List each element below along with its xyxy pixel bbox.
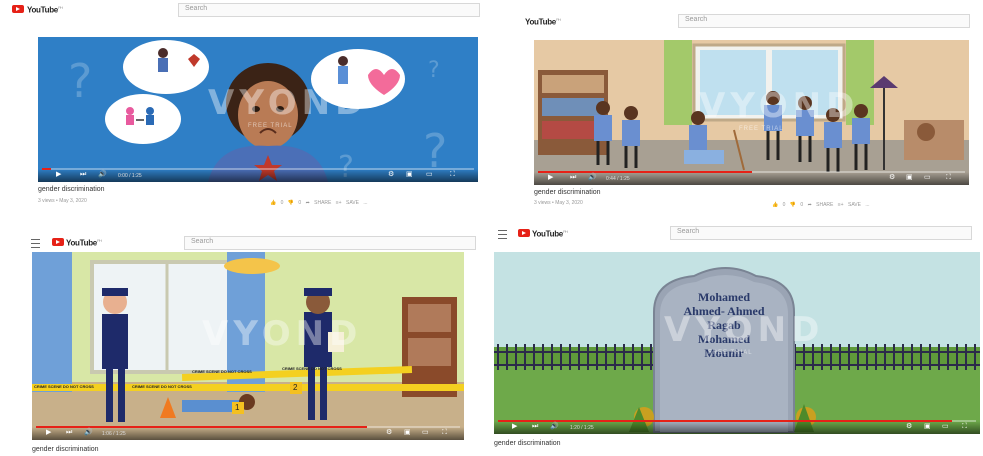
settings-icon[interactable]: ⚙: [388, 171, 394, 179]
search-input[interactable]: Search: [670, 226, 972, 240]
progress-bar[interactable]: [42, 168, 474, 170]
miniplayer-icon[interactable]: ▣: [406, 171, 413, 179]
progress-bar[interactable]: [36, 426, 460, 428]
theater-icon[interactable]: ▭: [942, 423, 949, 431]
masthead: YouTubePH Search: [490, 225, 983, 247]
search-input[interactable]: Search: [178, 3, 480, 17]
video-player[interactable]: VYOND FREE TRIAL ▶ ⏭ 🔊 0:44 / 1:25 ⚙ ▣ ▭…: [534, 40, 969, 185]
theater-icon[interactable]: ▭: [924, 174, 931, 182]
progress-fill: [36, 426, 367, 428]
time-display: 0:00 / 1:25: [118, 173, 142, 179]
video-panel-4: YouTubePH Search Mohamed Ahmed- Ahmed Ra…: [490, 225, 983, 456]
crime-scene-tape-label-1: CRIME SCENE DO NOT CROSS: [34, 384, 94, 389]
youtube-logo-icon[interactable]: [12, 5, 24, 13]
player-controls: [32, 427, 464, 440]
miniplayer-icon[interactable]: ▣: [906, 174, 913, 182]
video-meta: 3 views • May 3, 2020: [534, 200, 583, 206]
theater-icon[interactable]: ▭: [422, 429, 429, 437]
volume-icon[interactable]: 🔊: [98, 171, 107, 179]
progress-bar[interactable]: [498, 420, 976, 422]
youtube-wordmark[interactable]: YouTubePH: [27, 5, 63, 15]
play-icon[interactable]: ▶: [46, 429, 51, 437]
next-icon[interactable]: ⏭: [570, 174, 576, 182]
youtube-logo-icon[interactable]: [518, 229, 530, 237]
settings-icon[interactable]: ⚙: [386, 429, 392, 437]
progress-fill: [538, 171, 752, 173]
menu-icon[interactable]: [498, 230, 507, 239]
crime-scene-tape-label-3: CRIME SCENE DO NOT CROSS: [192, 369, 252, 374]
vyond-watermark: VYOND: [699, 86, 860, 126]
masthead: YouTubePH Search: [0, 0, 490, 22]
play-icon[interactable]: ▶: [56, 171, 61, 179]
play-icon[interactable]: ▶: [548, 174, 553, 182]
vyond-watermark: VYOND: [664, 310, 825, 350]
crime-scene-tape-label-4: CRIME SCENE DO NOT CROSS: [282, 366, 342, 371]
youtube-wordmark[interactable]: YouTubePH: [525, 17, 561, 27]
next-icon[interactable]: ⏭: [66, 429, 72, 437]
search-input[interactable]: Search: [184, 236, 476, 250]
next-icon[interactable]: ⏭: [532, 423, 538, 431]
vyond-watermark: VYOND: [202, 314, 363, 354]
progress-fill: [42, 168, 51, 170]
volume-icon[interactable]: 🔊: [588, 174, 597, 182]
tombstone-line: Mohamed: [698, 290, 750, 304]
fullscreen-icon[interactable]: ⛶: [946, 174, 951, 182]
masthead: YouTubePH Search: [500, 0, 983, 28]
vyond-watermark-subtitle: FREE TRIAL: [248, 123, 293, 129]
search-input[interactable]: Search: [678, 14, 970, 28]
fullscreen-icon[interactable]: ⛶: [962, 423, 967, 431]
video-actions[interactable]: 👍 0 👎 0 ➦ SHARE ≡+ SAVE ...: [270, 200, 368, 206]
svg-text:?: ?: [428, 58, 440, 83]
fullscreen-icon[interactable]: ⛶: [442, 429, 447, 437]
vyond-watermark-subtitle: FREE TRIAL: [739, 126, 784, 132]
video-title: gender discrimination: [38, 186, 105, 193]
next-icon[interactable]: ⏭: [80, 171, 86, 179]
youtube-wordmark[interactable]: YouTubePH: [532, 229, 568, 239]
settings-icon[interactable]: ⚙: [889, 174, 895, 182]
video-player[interactable]: VYOND CRIME SCENE DO NOT CROSS CRIME SCE…: [32, 252, 464, 440]
video-title: gender discrimination: [534, 189, 601, 196]
masthead: YouTubePH Search: [0, 225, 490, 250]
miniplayer-icon[interactable]: ▣: [404, 429, 411, 437]
play-icon[interactable]: ▶: [512, 423, 517, 431]
evidence-marker-2: 2: [293, 383, 298, 392]
video-player[interactable]: Mohamed Ahmed- Ahmed Ragab Mohamed Mouni…: [494, 252, 980, 434]
volume-icon[interactable]: 🔊: [84, 429, 93, 437]
time-display: 1:06 / 1:25: [102, 431, 126, 437]
vyond-watermark: VYOND: [208, 83, 369, 123]
time-display: 1:20 / 1:25: [570, 425, 594, 431]
miniplayer-icon[interactable]: ▣: [924, 423, 931, 431]
svg-text:?: ?: [68, 54, 92, 108]
video-panel-1: YouTubePH Search ? ? ? ? VYOND FREE TRIA…: [0, 0, 490, 215]
settings-icon[interactable]: ⚙: [906, 423, 912, 431]
menu-icon[interactable]: [31, 239, 40, 248]
youtube-wordmark[interactable]: YouTubePH: [66, 238, 102, 248]
video-player[interactable]: ? ? ? ? VYOND FREE TRIAL ▶ ⏭ 🔊 0:00 / 1:…: [38, 37, 478, 182]
volume-icon[interactable]: 🔊: [550, 423, 559, 431]
video-panel-2: YouTubePH Search VYOND FREE TRIAL ▶ ⏭ 🔊 …: [500, 0, 983, 215]
fullscreen-icon[interactable]: ⛶: [450, 171, 455, 179]
video-panel-3: YouTubePH Search VYOND CRIME SCENE DO NO…: [0, 225, 490, 456]
progress-bar[interactable]: [538, 171, 965, 173]
evidence-marker-1: 1: [235, 403, 240, 412]
time-display: 0:44 / 1:25: [606, 176, 630, 182]
vyond-watermark-subtitle: FREE TRIAL: [708, 350, 753, 356]
video-title: gender discrimination: [32, 446, 99, 453]
video-actions[interactable]: 👍 0 👎 0 ➦ SHARE ≡+ SAVE ...: [772, 202, 870, 208]
player-controls: [534, 172, 969, 185]
crime-scene-tape-label-2: CRIME SCENE DO NOT CROSS: [132, 384, 192, 389]
video-title: gender discrimination: [494, 440, 561, 447]
video-meta: 3 views • May 3, 2020: [38, 198, 87, 204]
theater-icon[interactable]: ▭: [426, 171, 433, 179]
progress-fill: [498, 420, 953, 422]
youtube-logo-icon[interactable]: [52, 238, 64, 246]
